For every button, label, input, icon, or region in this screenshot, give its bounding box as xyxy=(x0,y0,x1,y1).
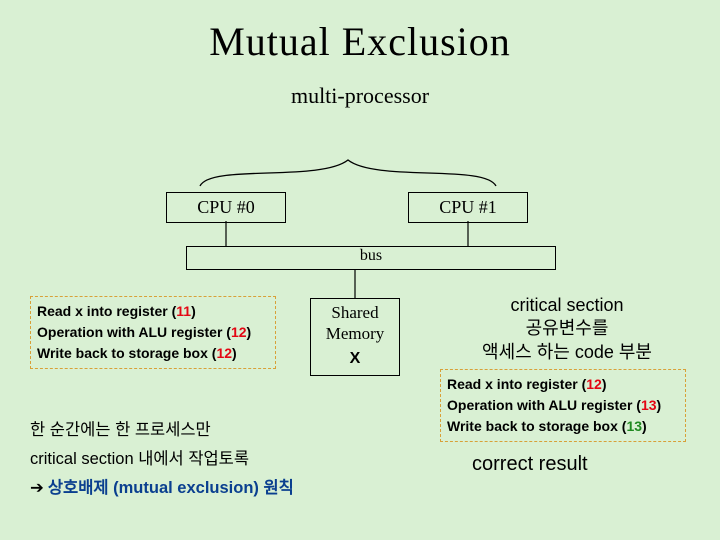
shared-memory-line-1: Memory xyxy=(311,323,399,344)
bus-box: bus xyxy=(186,246,556,270)
critical-section-line-1: 공유변수를 xyxy=(432,317,702,340)
ops-left-line-1: Operation with ALU register (12) xyxy=(37,322,269,343)
ops-right-box: Read x into register (12) Operation with… xyxy=(440,369,686,442)
shared-memory-line-0: Shared xyxy=(311,302,399,323)
shared-memory-box: Shared Memory X xyxy=(310,298,400,376)
ops-left-line-0: Read x into register (11) xyxy=(37,301,269,322)
ops-right-line-2: Write back to storage box (13) xyxy=(447,416,679,437)
cpu-1-box: CPU #1 xyxy=(408,192,528,223)
ops-left-box: Read x into register (11) Operation with… xyxy=(30,296,276,369)
cpu-0-box: CPU #0 xyxy=(166,192,286,223)
critical-section-label: critical section 공유변수를 액세스 하는 code 부분 xyxy=(432,294,702,364)
mutual-exclusion-principle: 한 순간에는 한 프로세스만 critical section 내에서 작업토록… xyxy=(30,416,380,503)
shared-variable-x: X xyxy=(311,349,399,369)
principle-line-1: critical section 내에서 작업토록 xyxy=(30,445,380,474)
critical-section-line-2: 액세스 하는 code 부분 xyxy=(432,341,702,364)
principle-line-0: 한 순간에는 한 프로세스만 xyxy=(30,416,380,445)
ops-right-line-1: Operation with ALU register (13) xyxy=(447,395,679,416)
slide-title: Mutual Exclusion xyxy=(0,0,720,65)
arrow-right-icon: ➔ xyxy=(30,479,44,497)
correct-result-label: correct result xyxy=(472,453,588,476)
ops-right-line-0: Read x into register (12) xyxy=(447,374,679,395)
critical-section-title: critical section xyxy=(432,294,702,317)
slide-subtitle: multi-processor xyxy=(0,83,720,109)
principle-line-2: ➔상호배제 (mutual exclusion) 원칙 xyxy=(30,474,380,503)
ops-left-line-2: Write back to storage box (12) xyxy=(37,343,269,364)
